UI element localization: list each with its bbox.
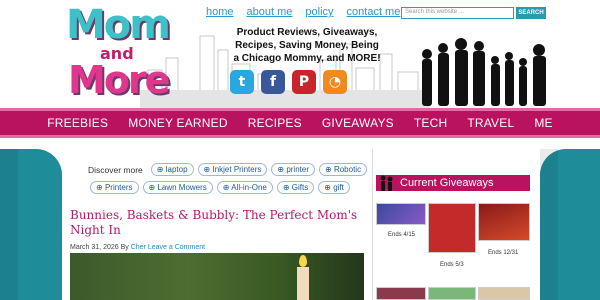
social-links: t f P ◔ [230, 70, 347, 94]
post-featured-image[interactable] [70, 253, 364, 300]
nav-freebies[interactable]: FREEBIES [37, 116, 118, 130]
post-author-link[interactable]: Cher [131, 244, 146, 251]
discover-chip[interactable]: ⊕ Robotic [319, 163, 368, 176]
giveaway-thumb[interactable] [376, 287, 426, 300]
top-link-contact[interactable]: contact me [347, 6, 401, 18]
giveaway-caption: Ends 4/15 [388, 232, 416, 238]
main-nav: FREEBIES MONEY EARNED RECIPES GIVEAWAYS … [0, 108, 600, 138]
content-area: Discover more ⊕ laptop ⊕ Inkjet Printers… [0, 141, 600, 300]
top-link-policy[interactable]: policy [305, 6, 333, 18]
nav-giveaways[interactable]: GIVEAWAYS [312, 116, 404, 130]
discover-chip[interactable]: ⊕ gift [318, 181, 350, 194]
post-title[interactable]: Bunnies, Baskets & Bubbly: The Perfect M… [70, 208, 365, 238]
giveaway-thumb[interactable] [478, 203, 530, 241]
discover-chip[interactable]: ⊕ Gifts [276, 181, 315, 194]
post-date: March 31, 2026 [70, 244, 119, 251]
discover-label: Discover more [88, 164, 143, 175]
nav-money-earned[interactable]: MONEY EARNED [118, 116, 238, 130]
candle-flame [299, 255, 307, 267]
nav-recipes[interactable]: RECIPES [238, 116, 312, 130]
top-nav: home about me policy contact me [206, 6, 413, 18]
pinterest-icon[interactable]: P [292, 70, 316, 94]
facebook-icon[interactable]: f [261, 70, 285, 94]
family-silhouette [422, 38, 546, 106]
search-button[interactable]: SEARCH [516, 7, 546, 19]
giveaway-caption: Ends 5/3 [440, 262, 464, 268]
nav-me[interactable]: ME [524, 116, 562, 130]
giveaway-thumb[interactable] [428, 287, 476, 300]
column-divider [372, 149, 373, 300]
post-comment-link[interactable]: Leave a Comment [148, 244, 205, 251]
site-header: Mom and More home about me policy contac… [0, 0, 600, 108]
discover-chip[interactable]: ⊕ All-in-One [216, 181, 273, 194]
widget-title: Current Giveaways [376, 175, 530, 191]
left-decor-panel [0, 149, 62, 300]
search-input[interactable]: Search this website … [401, 7, 514, 19]
candle [297, 267, 309, 300]
twitter-icon[interactable]: t [230, 70, 254, 94]
logo-mom[interactable]: Mom [66, 2, 171, 48]
discover-chip[interactable]: ⊕ printer [271, 163, 315, 176]
family-icon [380, 175, 393, 191]
giveaway-thumb[interactable] [376, 203, 426, 225]
nav-tech[interactable]: TECH [404, 116, 457, 130]
discover-chip[interactable]: ⊕ Printers [90, 181, 139, 194]
page: Mom and More home about me policy contac… [0, 0, 600, 300]
top-link-home[interactable]: home [206, 6, 234, 18]
nav-travel[interactable]: TRAVEL [457, 116, 524, 130]
site-tagline: Product Reviews, Giveaways, Recipes, Sav… [233, 27, 381, 64]
giveaway-thumb[interactable] [428, 203, 476, 253]
right-decor-panel [540, 149, 600, 300]
giveaway-caption: Ends 12/31 [488, 250, 519, 256]
post-by: By [120, 244, 129, 251]
discover-chip[interactable]: ⊕ Lawn Mowers [142, 181, 213, 194]
post-meta: March 31, 2026 By Cher Leave a Comment [70, 244, 205, 251]
giveaway-thumb[interactable] [478, 287, 530, 300]
rss-icon[interactable]: ◔ [323, 70, 347, 94]
discover-more: Discover more ⊕ laptop ⊕ Inkjet Printers… [88, 163, 368, 199]
logo-more[interactable]: More [68, 58, 170, 102]
discover-chip[interactable]: ⊕ Inkjet Printers [197, 163, 268, 176]
top-link-about[interactable]: about me [247, 6, 293, 18]
discover-chip[interactable]: ⊕ laptop [150, 163, 194, 176]
